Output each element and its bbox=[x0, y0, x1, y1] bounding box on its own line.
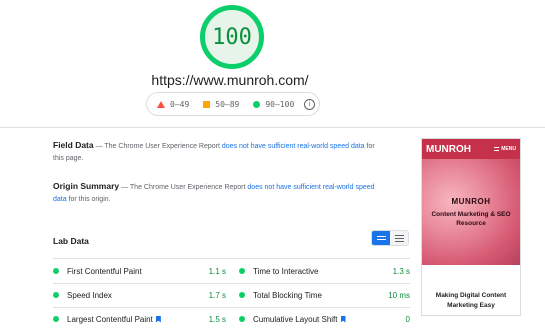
pass-circle-icon bbox=[53, 268, 59, 274]
metric-time-to-interactive: Time to Interactive 1.3 s bbox=[239, 265, 410, 277]
detailed-view-button[interactable] bbox=[390, 231, 408, 245]
pass-circle-icon bbox=[53, 316, 59, 322]
page-screenshot-thumbnail[interactable]: MUNROH MENU MUNROH Content Marketing & S… bbox=[421, 138, 521, 316]
section-divider bbox=[0, 127, 545, 128]
pass-circle-icon bbox=[239, 268, 245, 274]
preview-tagline: Making Digital Content Marketing Easy bbox=[435, 292, 507, 309]
preview-logo: MUNROH bbox=[426, 143, 471, 155]
info-icon[interactable]: i bbox=[304, 98, 316, 110]
pass-circle-icon bbox=[239, 292, 245, 298]
metric-cumulative-layout-shift: Cumulative Layout Shift 0 bbox=[239, 313, 410, 325]
metric-separator bbox=[53, 283, 410, 284]
pass-circle-icon bbox=[239, 316, 245, 322]
metric-largest-contentful-paint: Largest Contentful Paint 1.5 s bbox=[53, 313, 226, 325]
field-data-section: Field Data — The Chrome User Experience … bbox=[53, 139, 383, 165]
metric-value: 1.3 s bbox=[392, 266, 410, 276]
field-data-link[interactable]: does not have sufficient real-world spee… bbox=[222, 143, 365, 150]
lab-data-title: Lab Data bbox=[53, 236, 89, 246]
metric-value: 10 ms bbox=[388, 290, 410, 300]
legend-average: 50–89 bbox=[203, 100, 239, 109]
preview-menu-label: MENU bbox=[501, 146, 516, 152]
metric-separator bbox=[53, 307, 410, 308]
metric-view-toggle[interactable] bbox=[371, 230, 409, 246]
metric-label: Speed Index bbox=[67, 290, 112, 300]
metric-value: 1.1 s bbox=[208, 266, 226, 276]
bookmark-flag-icon bbox=[155, 315, 161, 323]
origin-summary-text-end: for this origin. bbox=[66, 196, 111, 203]
metric-label: Cumulative Layout Shift bbox=[253, 314, 338, 324]
pass-circle-icon bbox=[53, 292, 59, 298]
metric-label: Time to Interactive bbox=[253, 266, 319, 276]
field-data-text: — The Chrome User Experience Report bbox=[93, 143, 222, 150]
legend-pass-label: 90–100 bbox=[265, 99, 295, 109]
bookmark-flag-icon bbox=[340, 315, 346, 323]
metric-label: First Contentful Paint bbox=[67, 266, 142, 276]
origin-summary-text: — The Chrome User Experience Report bbox=[119, 184, 248, 191]
preview-hero-subtitle: Content Marketing & SEO Resource bbox=[431, 210, 511, 227]
legend-average-label: 50–89 bbox=[215, 99, 240, 109]
metric-label: Largest Contentful Paint bbox=[67, 314, 153, 324]
metric-label: Total Blocking Time bbox=[253, 290, 322, 300]
metric-speed-index: Speed Index 1.7 s bbox=[53, 289, 226, 301]
metric-value: 0 bbox=[405, 314, 410, 324]
fail-triangle-icon bbox=[157, 100, 165, 108]
legend-pass: 90–100 bbox=[253, 100, 294, 109]
preview-header: MUNROH MENU bbox=[422, 139, 520, 159]
menu-icon bbox=[494, 147, 500, 151]
score-legend: 0–49 50–89 90–100 i bbox=[146, 92, 320, 116]
metric-first-contentful-paint: First Contentful Paint 1.1 s bbox=[53, 265, 226, 277]
metric-separator bbox=[53, 258, 410, 259]
performance-score-gauge: 100 bbox=[200, 5, 264, 69]
legend-fail: 0–49 bbox=[157, 100, 189, 109]
metric-total-blocking-time: Total Blocking Time 10 ms bbox=[239, 289, 410, 301]
performance-score-value: 100 bbox=[212, 24, 252, 50]
metric-value: 1.7 s bbox=[208, 290, 226, 300]
compact-view-button[interactable] bbox=[372, 231, 390, 245]
origin-summary-title: Origin Summary bbox=[53, 181, 120, 191]
tested-url: https://www.munroh.com/ bbox=[151, 72, 309, 88]
field-data-title: Field Data bbox=[53, 140, 94, 150]
preview-hero: MUNROH Content Marketing & SEO Resource bbox=[422, 159, 520, 265]
legend-fail-label: 0–49 bbox=[170, 99, 190, 109]
origin-summary-section: Origin Summary — The Chrome User Experie… bbox=[53, 180, 383, 206]
preview-hero-title: MUNROH bbox=[451, 196, 491, 206]
average-square-icon bbox=[203, 100, 211, 108]
metric-value: 1.5 s bbox=[208, 314, 226, 324]
pass-circle-icon bbox=[253, 100, 261, 108]
preview-menu: MENU bbox=[494, 146, 516, 152]
